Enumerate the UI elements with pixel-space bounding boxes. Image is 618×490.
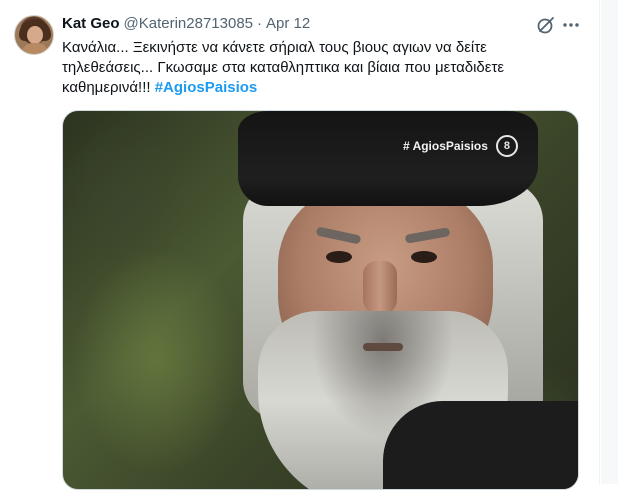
watermark-tag: # AgiosPaisios bbox=[403, 139, 488, 153]
display-name[interactable]: Kat Geo bbox=[62, 14, 120, 34]
more-icon bbox=[563, 23, 579, 27]
channel-badge-icon: 8 bbox=[495, 135, 518, 157]
more-options-button[interactable] bbox=[560, 14, 582, 36]
grok-icon bbox=[537, 17, 554, 34]
scrollbar-track[interactable] bbox=[601, 0, 618, 484]
media-watermark: # AgiosPaisios 8 bbox=[403, 135, 518, 157]
tweet-text-line-3-body: καθημερινά!!! bbox=[62, 79, 151, 96]
image-shoulder bbox=[383, 401, 578, 489]
tweet-media-image[interactable]: # AgiosPaisios 8 bbox=[62, 110, 579, 490]
tweet-header: Kat Geo @Katerin28713085 · Apr 12 bbox=[62, 14, 310, 34]
tweet-text-line-3: καθημερινά!!! #AgiosPaisios bbox=[62, 78, 532, 98]
image-mouth bbox=[363, 343, 403, 351]
hashtag-link[interactable]: #AgiosPaisios bbox=[155, 79, 258, 96]
image-nose bbox=[363, 261, 397, 316]
tweet-card[interactable]: Kat Geo @Katerin28713085 · Apr 12 Κανάλι… bbox=[0, 0, 600, 490]
separator-dot: · bbox=[257, 15, 263, 32]
image-hat bbox=[238, 111, 538, 206]
avatar-body bbox=[21, 43, 49, 54]
tweet-text-line-1: Κανάλια... Ξεκινήστε να κάνετε σήριαλ το… bbox=[62, 39, 487, 56]
avatar-face bbox=[27, 26, 43, 44]
image-eye-left bbox=[326, 251, 352, 263]
tweet-text: Κανάλια... Ξεκινήστε να κάνετε σήριαλ το… bbox=[62, 38, 532, 98]
image-eye-right bbox=[411, 251, 437, 263]
user-handle[interactable]: @Katerin28713085 bbox=[124, 14, 254, 34]
tweet-text-line-2: τηλεθεάσεις... Γκωσαμε στα καταθληπτικα … bbox=[62, 59, 505, 76]
tweet-date[interactable]: Apr 12 bbox=[266, 14, 310, 34]
grok-button[interactable] bbox=[535, 14, 557, 36]
avatar[interactable] bbox=[14, 15, 54, 55]
